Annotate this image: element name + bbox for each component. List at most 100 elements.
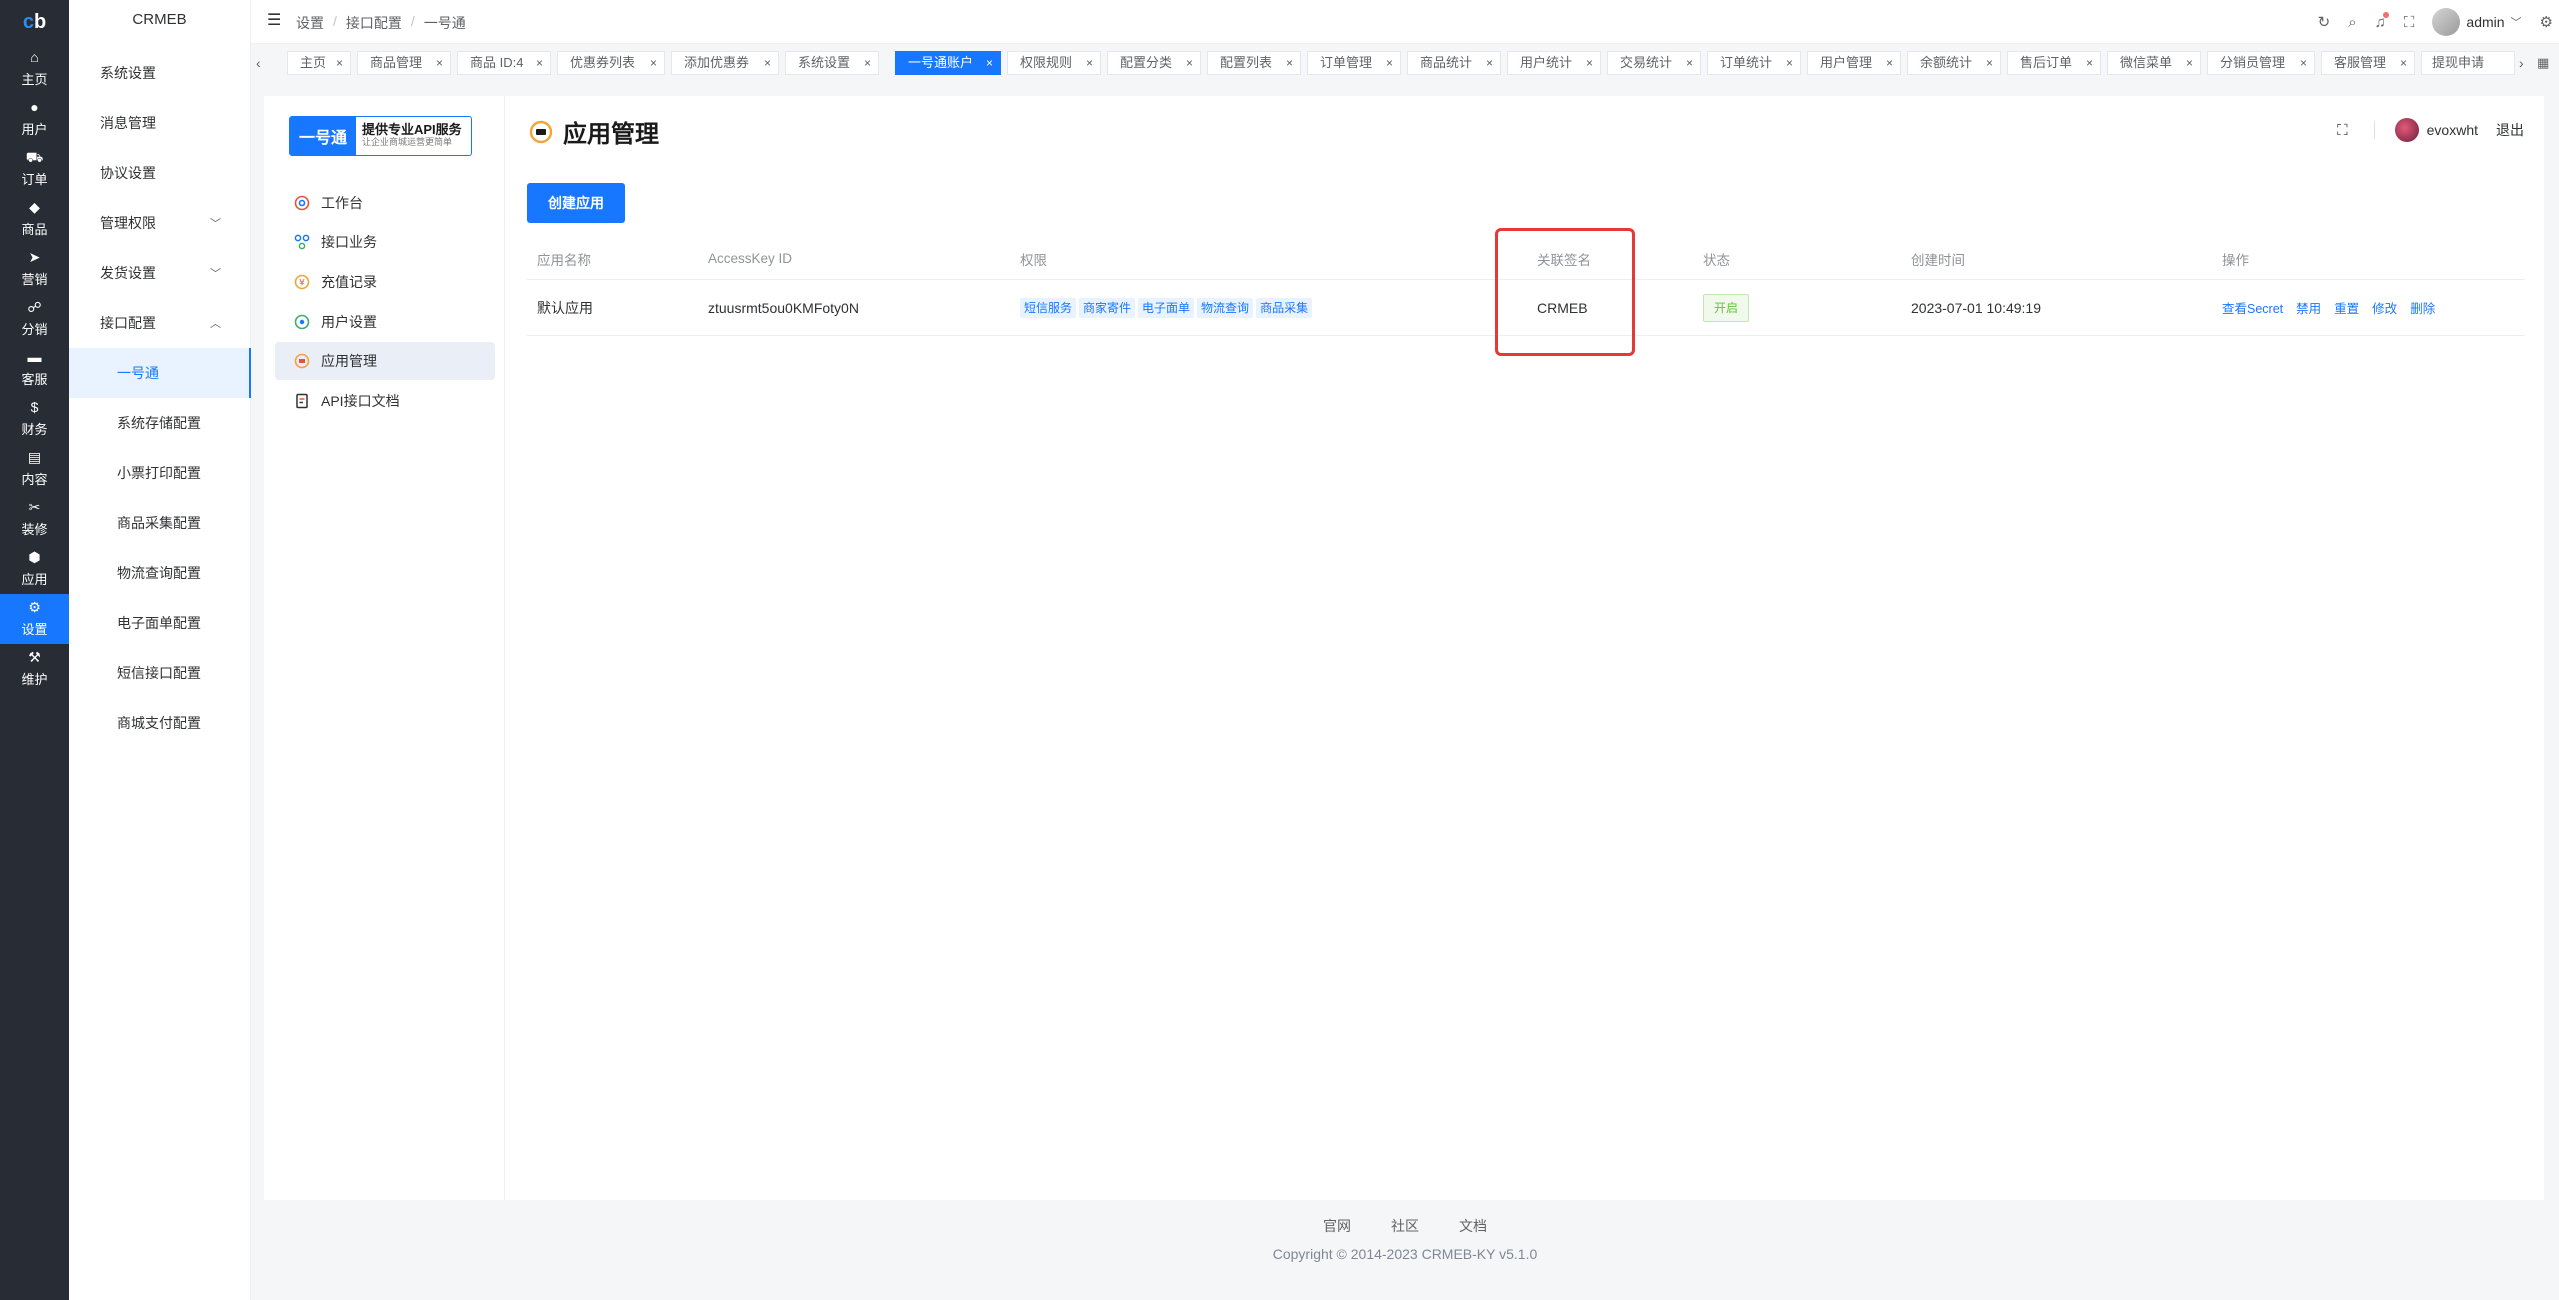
close-icon[interactable]: × (336, 52, 343, 74)
fullscreen-icon[interactable]: ⛶ (2337, 122, 2348, 139)
delete-link[interactable]: 删除 (2410, 298, 2435, 317)
rail-item-settings[interactable]: ⚙ 设置 (0, 594, 69, 644)
close-icon[interactable]: × (1586, 52, 1593, 74)
rail-item-content[interactable]: ▤ 内容 (0, 444, 69, 494)
tab-after-sale[interactable]: 售后订单 × (2007, 51, 2101, 75)
close-icon[interactable]: × (2186, 52, 2193, 74)
rail-item-maintenance[interactable]: ⚒ 维护 (0, 644, 69, 694)
submenu-item-receipt-print[interactable]: 小票打印配置 (69, 448, 251, 498)
close-icon[interactable]: × (536, 52, 543, 74)
crmeb-logo[interactable]: cb (0, 0, 69, 44)
tab-order-manage[interactable]: 订单管理 × (1307, 51, 1401, 75)
rail-item-apps[interactable]: ⬢ 应用 (0, 544, 69, 594)
bell-icon[interactable]: ♫ (2375, 11, 2389, 31)
breadcrumb-item[interactable]: 接口配置 (346, 13, 402, 33)
nav-item-recharge[interactable]: ¥ 充值记录 (275, 263, 495, 301)
nav-item-api-docs[interactable]: API接口文档 (275, 382, 495, 420)
breadcrumb-item[interactable]: 设置 (296, 13, 324, 33)
tab-product-manage[interactable]: 商品管理 × (357, 51, 451, 75)
close-icon[interactable]: × (1386, 52, 1393, 74)
close-icon[interactable]: × (1686, 52, 1693, 74)
disable-link[interactable]: 禁用 (2296, 298, 2321, 317)
gear-icon[interactable]: ⚙ (2540, 13, 2553, 31)
nav-item-api-business[interactable]: 接口业务 (275, 223, 495, 261)
close-icon[interactable]: × (1886, 52, 1893, 74)
close-icon[interactable]: × (650, 52, 657, 74)
view-secret-link[interactable]: 查看Secret (2222, 298, 2283, 317)
fullscreen-icon[interactable]: ⛶ (2404, 14, 2415, 31)
submenu-item-permissions[interactable]: 管理权限 ﹀ (69, 198, 251, 248)
rail-item-service[interactable]: ▬ 客服 (0, 344, 69, 394)
submenu-item-e-waybill[interactable]: 电子面单配置 (69, 598, 251, 648)
rail-item-home[interactable]: ⌂ 主页 (0, 44, 69, 94)
rail-item-marketing[interactable]: ➤ 营销 (0, 244, 69, 294)
create-app-button[interactable]: 创建应用 (527, 183, 625, 223)
submenu-item-storage[interactable]: 系统存储配置 (69, 398, 251, 448)
close-icon[interactable]: × (1486, 52, 1493, 74)
tab-distributor-manage[interactable]: 分销员管理 × (2207, 51, 2315, 75)
submenu-item-logistics[interactable]: 物流查询配置 (69, 548, 251, 598)
submenu-item-sms[interactable]: 短信接口配置 (69, 648, 251, 698)
submenu-item-system[interactable]: 系统设置 (69, 48, 251, 98)
tab-withdraw[interactable]: 提现申请 (2421, 51, 2515, 75)
tab-product-id[interactable]: 商品 ID:4 × (457, 51, 551, 75)
tab-yihaotong-account[interactable]: 一号通账户 × (895, 51, 1001, 75)
edit-link[interactable]: 修改 (2372, 298, 2397, 317)
tab-service-manage[interactable]: 客服管理 × (2321, 51, 2415, 75)
tab-user-stats[interactable]: 用户统计 × (1507, 51, 1601, 75)
rail-item-decoration[interactable]: ✂ 装修 (0, 494, 69, 544)
close-icon[interactable]: × (2086, 52, 2093, 74)
nav-item-app-manage[interactable]: 应用管理 (275, 342, 495, 380)
tab-trade-stats[interactable]: 交易统计 × (1607, 51, 1701, 75)
close-icon[interactable]: × (986, 52, 993, 74)
rail-item-order[interactable]: ⛟ 订单 (0, 144, 69, 194)
close-icon[interactable]: × (2300, 52, 2307, 74)
submenu-item-agreement[interactable]: 协议设置 (69, 148, 251, 198)
rail-item-distribution[interactable]: ☍ 分销 (0, 294, 69, 344)
submenu-item-yihaotong[interactable]: 一号通 (69, 348, 251, 398)
tab-order-stats[interactable]: 订单统计 × (1707, 51, 1801, 75)
tab-permission-rules[interactable]: 权限规则 × (1007, 51, 1101, 75)
submenu-item-messages[interactable]: 消息管理 (69, 98, 251, 148)
user-menu[interactable]: admin ﹀ (2432, 8, 2522, 36)
tab-config-list[interactable]: 配置列表 × (1207, 51, 1301, 75)
nav-item-dashboard[interactable]: 工作台 (275, 184, 495, 222)
submenu-item-shipping[interactable]: 发货设置 ﹀ (69, 248, 251, 298)
close-icon[interactable]: × (436, 52, 443, 74)
tab-user-manage[interactable]: 用户管理 × (1807, 51, 1901, 75)
close-icon[interactable]: × (864, 52, 871, 74)
close-icon[interactable]: × (1286, 52, 1293, 74)
tab-wechat-menu[interactable]: 微信菜单 × (2107, 51, 2201, 75)
rail-item-finance[interactable]: $ 财务 (0, 394, 69, 444)
tabs-scroll-right-icon[interactable]: › (2519, 48, 2524, 78)
submenu-item-product-collect[interactable]: 商品采集配置 (69, 498, 251, 548)
close-icon[interactable]: × (1786, 52, 1793, 74)
search-icon[interactable]: ⌕ (2348, 14, 2356, 31)
tab-product-stats[interactable]: 商品统计 × (1407, 51, 1501, 75)
grid-icon[interactable]: ▦ (2537, 48, 2549, 78)
footer-link-docs[interactable]: 文档 (1459, 1216, 1487, 1236)
tab-config-category[interactable]: 配置分类 × (1107, 51, 1201, 75)
rail-item-user[interactable]: ● 用户 (0, 94, 69, 144)
close-icon[interactable]: × (1186, 52, 1193, 74)
tab-balance-stats[interactable]: 余额统计 × (1907, 51, 2001, 75)
tabs-scroll-left-icon[interactable]: ‹ (256, 48, 261, 78)
close-icon[interactable]: × (1086, 52, 1093, 74)
refresh-icon[interactable]: ↻ (2318, 13, 2331, 31)
rail-item-product[interactable]: ◆ 商品 (0, 194, 69, 244)
logout-link[interactable]: 退出 (2496, 120, 2524, 140)
tab-home[interactable]: 主页 × (287, 51, 351, 75)
menu-toggle-icon[interactable]: ☰ (267, 13, 283, 29)
submenu-item-api-config[interactable]: 接口配置 ︿ (69, 298, 251, 348)
nav-item-user-settings[interactable]: 用户设置 (275, 303, 495, 341)
footer-link-official[interactable]: 官网 (1323, 1216, 1351, 1236)
close-icon[interactable]: × (2400, 52, 2407, 74)
reset-link[interactable]: 重置 (2334, 298, 2359, 317)
footer-link-community[interactable]: 社区 (1391, 1216, 1419, 1236)
tab-add-coupon[interactable]: 添加优惠券 × (671, 51, 779, 75)
submenu-item-payment[interactable]: 商城支付配置 (69, 698, 251, 748)
close-icon[interactable]: × (1986, 52, 1993, 74)
tab-system-settings[interactable]: 系统设置 × (785, 51, 879, 75)
tab-coupon-list[interactable]: 优惠券列表 × (557, 51, 665, 75)
close-icon[interactable]: × (764, 52, 771, 74)
